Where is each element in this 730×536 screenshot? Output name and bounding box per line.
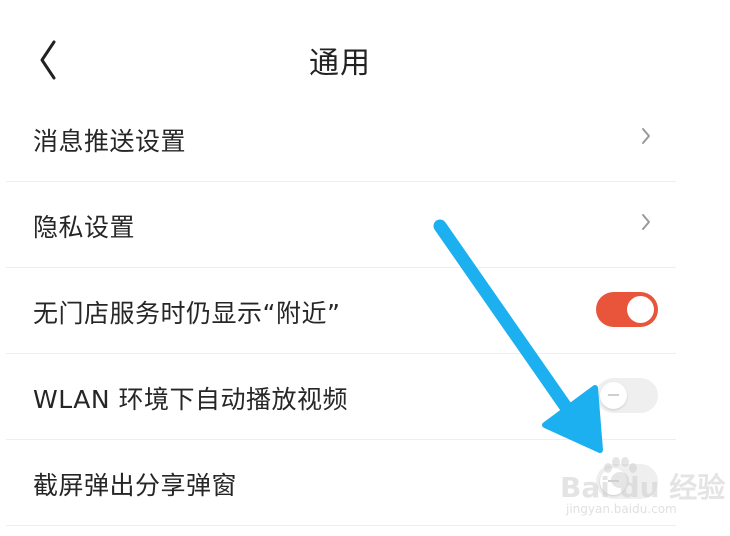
autoplay-video-toggle[interactable] [596,378,658,413]
screenshot-share-toggle[interactable] [596,464,658,499]
header-bar: 通用 [0,0,730,110]
toggle-knob [600,468,627,495]
settings-list: 消息推送设置 隐私设置 无门店服务时仍显示“附近” WLAN 环境下自动播放视频… [6,96,676,526]
chevron-right-icon [642,128,650,144]
toggle-knob [627,296,654,323]
setting-label: 消息推送设置 [33,127,187,156]
setting-label: 无门店服务时仍显示“附近” [33,299,341,328]
setting-label: 隐私设置 [33,213,136,242]
page-title: 通用 [309,46,371,81]
setting-label: 截屏弹出分享弹窗 [33,471,238,500]
show-nearby-toggle[interactable] [596,292,658,327]
toggle-knob [600,382,627,409]
setting-row-show-nearby: 无门店服务时仍显示“附近” [6,268,676,354]
setting-row-screenshot-share: 截屏弹出分享弹窗 [6,440,676,526]
chevron-right-icon [642,214,650,230]
setting-row-privacy[interactable]: 隐私设置 [6,182,676,268]
setting-row-autoplay-video: WLAN 环境下自动播放视频 [6,354,676,440]
setting-row-push-notifications[interactable]: 消息推送设置 [6,96,676,182]
setting-label: WLAN 环境下自动播放视频 [33,385,348,414]
